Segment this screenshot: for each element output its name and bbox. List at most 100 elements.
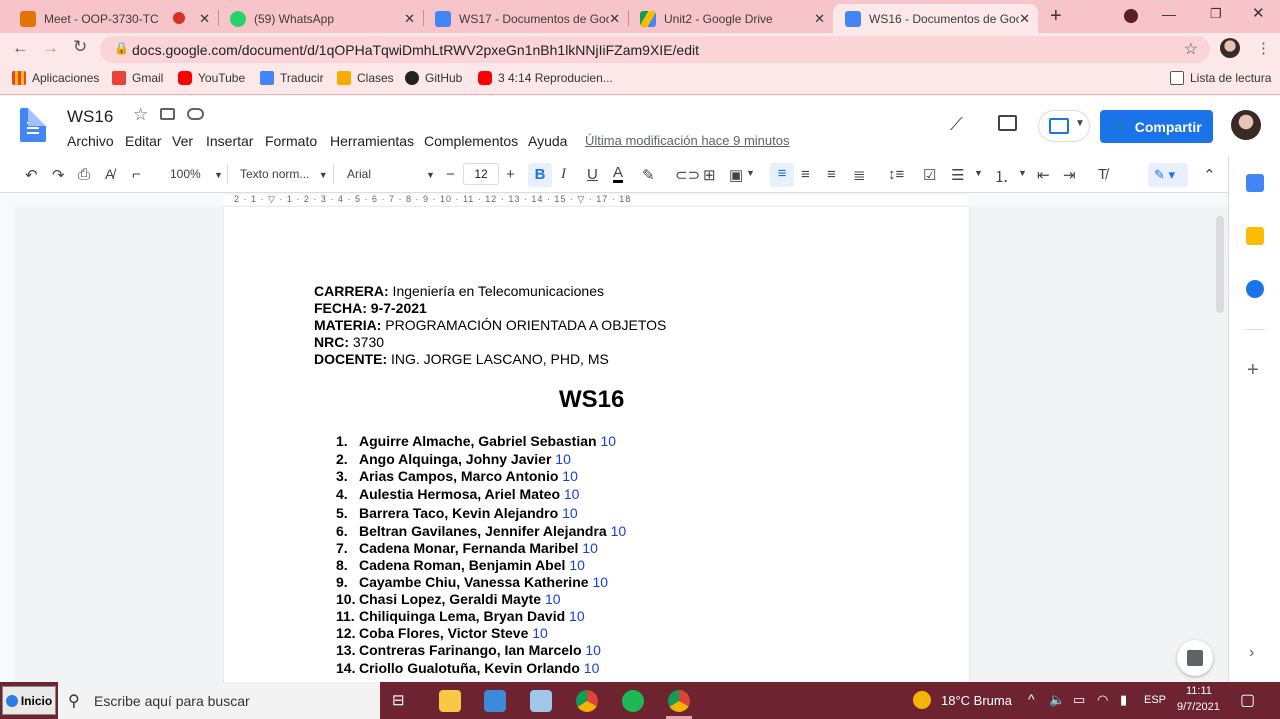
spotify-icon[interactable] [622, 690, 644, 712]
weather-icon[interactable] [913, 691, 931, 709]
menu-insertar[interactable]: Insertar [206, 133, 253, 149]
microphone-icon[interactable]: ▮ [1120, 692, 1127, 708]
task-view-icon[interactable]: ⊟ [392, 690, 414, 712]
insert-image-icon[interactable]: ▣ [729, 166, 743, 184]
tasks-icon[interactable] [1246, 280, 1264, 298]
close-window-icon[interactable]: ✕ [1252, 4, 1265, 22]
menu-dots-icon[interactable]: ⋮ [1256, 39, 1271, 57]
star-icon[interactable]: ☆ [133, 105, 148, 125]
font-select[interactable]: Arial ▼ [347, 167, 435, 181]
vertical-ruler[interactable] [0, 207, 14, 682]
reload-icon[interactable]: ↻ [73, 37, 87, 57]
bulleted-list-icon[interactable]: ☰ [951, 166, 964, 184]
scrollbar[interactable] [1216, 216, 1224, 313]
reading-list[interactable]: Lista de lectura [1170, 71, 1271, 85]
bookmark-video[interactable]: 3 4:14 Reproducien... [478, 71, 613, 85]
bookmark-apps[interactable]: Aplicaciones [12, 71, 99, 85]
app-cube-icon[interactable] [530, 690, 552, 712]
chrome-profile-icon[interactable] [668, 690, 690, 712]
decrease-font-size-icon[interactable]: − [446, 166, 455, 183]
language-indicator[interactable]: ESP [1144, 694, 1166, 706]
spellcheck-icon[interactable]: A̸ [105, 166, 114, 182]
decrease-indent-icon[interactable]: ⇤ [1037, 166, 1050, 184]
align-center-icon[interactable]: ≡ [801, 166, 810, 183]
chrome-icon[interactable] [576, 690, 598, 712]
undo-icon[interactable]: ↶ [25, 166, 38, 184]
add-comment-icon[interactable]: ⊞ [703, 166, 716, 184]
bookmark-github[interactable]: GitHub [405, 71, 462, 85]
expand-panel-icon[interactable]: › [1249, 644, 1254, 662]
back-icon[interactable]: ← [12, 38, 29, 58]
tab-whatsapp[interactable]: (59) WhatsApp ✕ [218, 4, 423, 33]
close-icon[interactable]: ✕ [1019, 11, 1030, 27]
forward-icon[interactable]: → [42, 38, 59, 58]
keep-icon[interactable] [1246, 227, 1264, 245]
new-tab-icon[interactable]: + [1050, 5, 1062, 28]
menu-ver[interactable]: Ver [172, 133, 193, 149]
store-icon[interactable] [484, 690, 506, 712]
bookmark-star-icon[interactable]: ☆ [1184, 39, 1198, 59]
profile-avatar[interactable] [1220, 38, 1240, 58]
tab-ws17[interactable]: WS17 - Documentos de Goo ✕ [423, 4, 628, 33]
account-avatar[interactable] [1231, 110, 1261, 140]
style-select[interactable]: Texto norm... ▼ [240, 167, 328, 181]
zoom-select[interactable]: 100% ▼ [170, 167, 223, 181]
align-left-icon[interactable]: ≡ [770, 163, 794, 187]
text-color-icon[interactable]: A [613, 165, 624, 183]
last-modified-link[interactable]: Última modificación hace 9 minutos [585, 133, 789, 148]
document-title[interactable]: WS16 [67, 107, 113, 127]
close-icon[interactable]: ✕ [814, 11, 825, 27]
move-folder-icon[interactable] [160, 108, 175, 120]
taskbar-search[interactable]: ⚲ Escribe aquí para buscar [58, 682, 380, 719]
share-button[interactable]: 👤 Compartir [1100, 110, 1213, 143]
font-size-input[interactable]: 12 [463, 163, 499, 185]
clear-formatting-icon[interactable]: T̸ [1098, 166, 1107, 183]
chevron-down-icon[interactable]: ▼ [746, 168, 755, 178]
docs-logo-icon[interactable] [20, 108, 46, 142]
underline-icon[interactable]: U [587, 166, 598, 183]
increase-indent-icon[interactable]: ⇥ [1063, 166, 1076, 184]
battery-icon[interactable]: ▭ [1073, 692, 1085, 708]
align-right-icon[interactable]: ≡ [827, 166, 836, 183]
file-explorer-icon[interactable] [439, 690, 461, 712]
tab-ws16[interactable]: WS16 - Documentos de Goo ✕ [833, 4, 1038, 33]
checklist-icon[interactable]: ☑ [923, 166, 936, 184]
calendar-icon[interactable] [1246, 174, 1264, 192]
weather-text[interactable]: 18°C Bruma [941, 693, 1012, 708]
clock-time[interactable]: 11:11 [1186, 685, 1212, 697]
menu-archivo[interactable]: Archivo [67, 133, 114, 149]
increase-font-size-icon[interactable]: + [506, 166, 515, 183]
menu-editar[interactable]: Editar [125, 133, 162, 149]
close-icon[interactable]: ✕ [404, 11, 415, 27]
bookmark-classroom[interactable]: Clases [337, 71, 394, 85]
link-icon[interactable]: ⊂⊃ [675, 166, 700, 184]
start-button[interactable]: Inicio [2, 686, 56, 715]
tab-search-icon[interactable] [1124, 9, 1138, 23]
horizontal-ruler[interactable]: 2 · 1 · ▽ · 1 · 2 · 3 · 4 · 5 · 6 · 7 · … [0, 193, 1228, 207]
redo-icon[interactable]: ↷ [52, 166, 65, 184]
add-addon-icon[interactable]: + [1247, 359, 1259, 382]
tab-meet[interactable]: Meet - OOP-3730-TC ✕ [8, 4, 218, 33]
justify-icon[interactable]: ≣ [853, 166, 866, 184]
menu-complementos[interactable]: Complementos [424, 133, 518, 149]
tab-drive[interactable]: Unit2 - Google Drive ✕ [628, 4, 833, 33]
paint-format-icon[interactable]: ⌐ [132, 166, 141, 183]
chevron-up-icon[interactable]: ^ [1028, 691, 1035, 707]
volume-icon[interactable]: 🔈 [1049, 692, 1065, 708]
bookmark-youtube[interactable]: YouTube [178, 71, 245, 85]
highlight-icon[interactable]: ✎ [642, 166, 655, 184]
menu-herramientas[interactable]: Herramientas [330, 133, 414, 149]
address-bar[interactable]: 🔒 docs.google.com/document/d/1qOPHaTqwiD… [100, 36, 1210, 63]
explore-button[interactable] [1177, 640, 1213, 676]
collapse-menus-icon[interactable]: ⌃ [1203, 166, 1216, 184]
document-page[interactable]: CARRERA: Ingeniería en Telecomunicacione… [224, 207, 969, 682]
chevron-down-icon[interactable]: ▼ [974, 168, 983, 178]
italic-icon[interactable]: I [561, 166, 566, 183]
comments-icon[interactable] [998, 115, 1017, 131]
close-icon[interactable]: ✕ [199, 11, 210, 27]
print-icon[interactable]: ⎙ [78, 166, 90, 183]
cloud-status-icon[interactable] [187, 108, 204, 120]
bold-icon[interactable]: B [528, 163, 552, 187]
clock-date[interactable]: 9/7/2021 [1177, 701, 1220, 713]
activity-trend-icon[interactable]: ⟋ [950, 114, 963, 135]
